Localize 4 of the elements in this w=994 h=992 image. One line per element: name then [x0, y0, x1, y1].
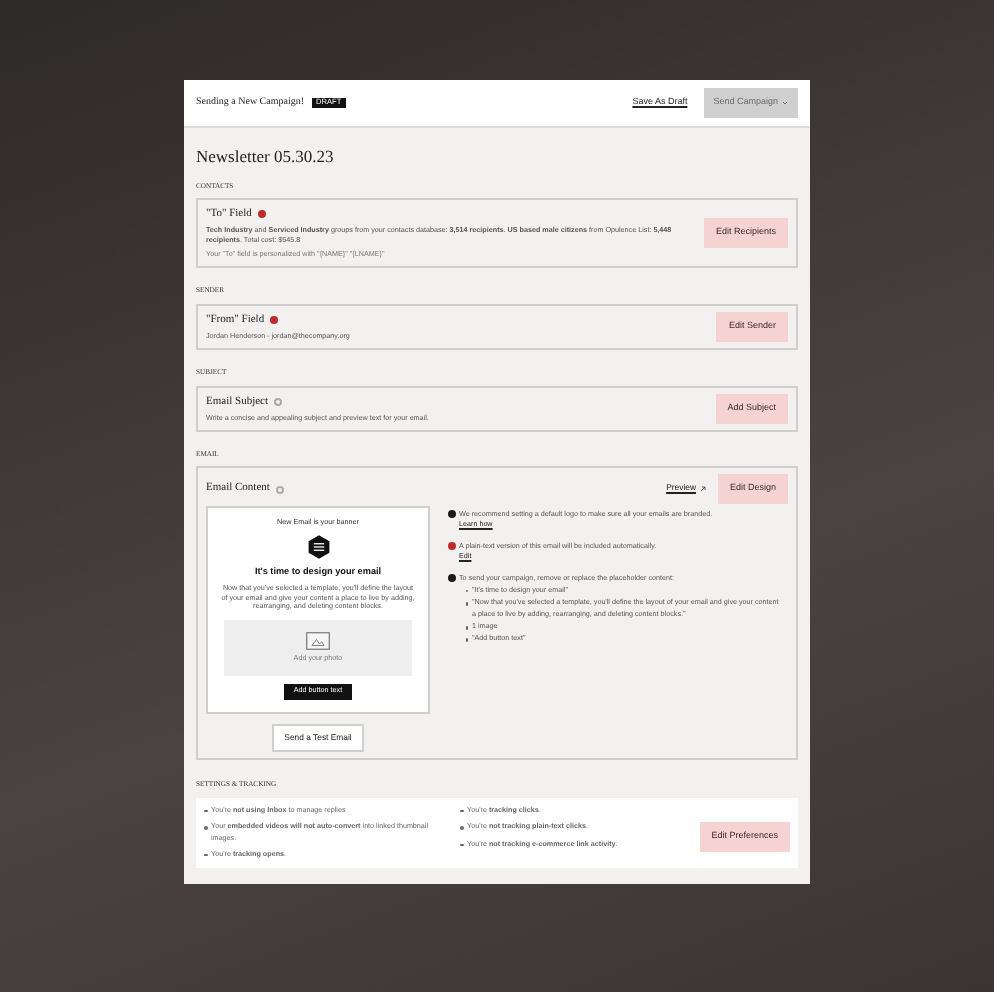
campaign-title: Newsletter 05.30.23 [196, 144, 336, 170]
external-link-icon [699, 486, 706, 493]
image-icon [306, 631, 330, 649]
hexagon-logo-icon [305, 534, 331, 561]
